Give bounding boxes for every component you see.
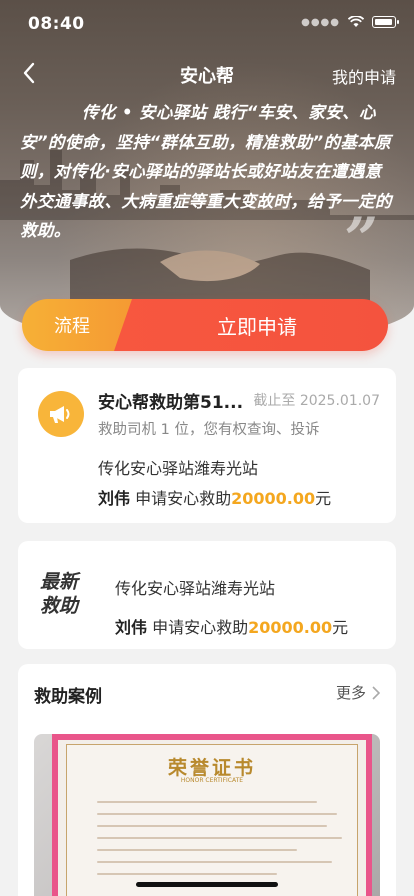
my-applications-link[interactable]: 我的申请 <box>332 64 396 88</box>
apply-text: 申请安心救助 <box>152 618 249 637</box>
certificate-title: 荣誉证书 <box>167 757 256 779</box>
latest-apply-line: 刘伟 申请安心救助20000.00元 <box>115 614 348 638</box>
applicant-name: 刘伟 <box>98 489 131 508</box>
case-image[interactable]: 荣誉证书 HONOR CERTIFICATE <box>34 734 380 896</box>
certificate-subtitle: HONOR CERTIFICATE <box>180 777 244 784</box>
notice-card[interactable]: 安心帮救助第51... 截止至 2025.01.07 救助司机 1 位，您有权查… <box>18 368 396 523</box>
status-bar: 08:40 ●●●● <box>0 0 414 48</box>
certificate-text-line <box>97 861 332 863</box>
chevron-right-icon <box>372 685 380 700</box>
more-link[interactable]: 更多 <box>336 682 380 703</box>
notice-apply-line: 刘伟 申请安心救助20000.00元 <box>98 485 331 509</box>
amount-unit: 元 <box>332 618 349 637</box>
certificate-text-line <box>97 801 317 803</box>
home-indicator[interactable] <box>136 882 278 887</box>
certificate-text-line <box>97 849 297 851</box>
quote-mark-icon: ” <box>344 205 378 273</box>
latest-relief-card[interactable]: 最新救助 传化安心驿站潍寿光站 刘伟 申请安心救助20000.00元 <box>18 541 396 649</box>
certificate-frame: 荣誉证书 HONOR CERTIFICATE <box>52 734 372 896</box>
notice-subtitle: 救助司机 1 位，您有权查询、投诉 <box>98 422 320 438</box>
latest-station: 传化安心驿站潍寿光站 <box>115 579 276 598</box>
nav-bar: 安心帮 我的申请 <box>0 56 414 92</box>
relief-cases-section: 救助案例 更多 荣誉证书 HONOR CERTIFICATE <box>18 664 396 896</box>
certificate-text-line <box>97 813 337 815</box>
battery-icon <box>372 16 399 28</box>
notice-deadline: 截止至 2025.01.07 <box>253 393 380 409</box>
action-bar: 流程 立即申请 <box>22 299 388 351</box>
notice-title: 安心帮救助第51... <box>98 393 244 413</box>
notice-station: 传化安心驿站潍寿光站 <box>98 459 259 478</box>
wifi-icon <box>348 16 364 27</box>
relief-amount: 20000.00 <box>231 489 316 508</box>
signal-icon: ●●●● <box>301 16 340 28</box>
applicant-name: 刘伟 <box>115 618 148 637</box>
certificate-paper: 荣誉证书 HONOR CERTIFICATE <box>66 744 358 896</box>
status-time: 08:40 <box>28 14 85 34</box>
apply-now-button[interactable]: 立即申请 <box>114 299 388 351</box>
certificate-text-line <box>97 825 327 827</box>
megaphone-icon <box>38 391 84 437</box>
latest-relief-label: 最新救助 <box>40 571 79 617</box>
intro-text: 传化 • 安心驿站 践行“车安、家安、心安”的使命，坚持“群体互助，精准救助”的… <box>20 103 392 240</box>
status-icons: ●●●● <box>301 16 399 28</box>
amount-unit: 元 <box>315 489 332 508</box>
certificate-text-line <box>97 837 342 839</box>
flow-button[interactable]: 流程 <box>22 299 132 351</box>
more-label: 更多 <box>335 684 366 702</box>
section-title: 救助案例 <box>34 687 102 707</box>
certificate-text-line <box>97 873 277 875</box>
apply-text: 申请安心救助 <box>135 489 232 508</box>
relief-amount: 20000.00 <box>248 618 333 637</box>
